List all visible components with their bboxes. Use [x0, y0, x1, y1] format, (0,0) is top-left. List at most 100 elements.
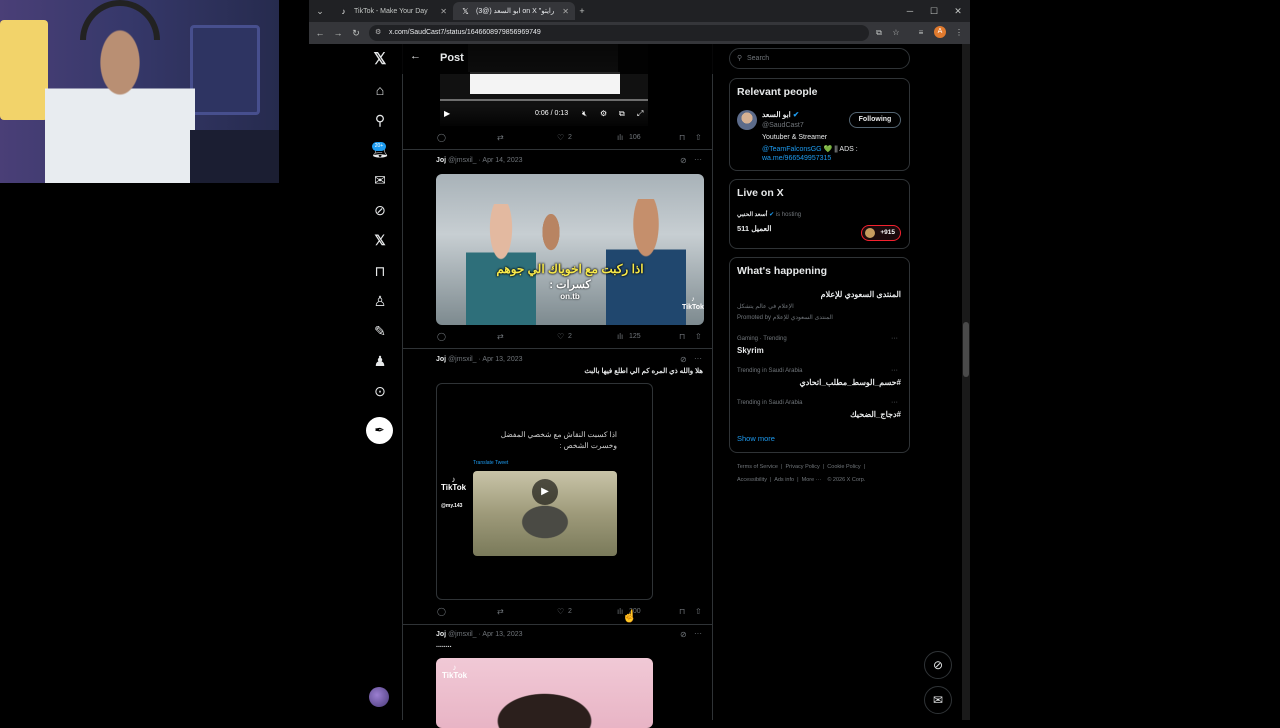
- reload-icon[interactable]: ↻: [349, 26, 363, 40]
- relevant-person-avatar[interactable]: [737, 110, 757, 130]
- forward-icon[interactable]: →: [331, 26, 345, 40]
- relevant-person-handle[interactable]: @SaudCast7: [762, 122, 804, 129]
- bookmark-icon[interactable]: ⊓: [679, 133, 685, 142]
- close-icon[interactable]: ✕: [562, 7, 569, 16]
- more-circle-icon[interactable]: ⊙: [369, 380, 391, 402]
- install-app-icon[interactable]: ⧉: [872, 26, 886, 40]
- share-icon[interactable]: ⇧: [695, 332, 702, 341]
- minimize-icon[interactable]: ─: [899, 2, 921, 20]
- settings-gear-icon[interactable]: ⚙: [600, 109, 607, 118]
- trend-more-icon[interactable]: ···: [891, 367, 898, 374]
- trend-more-icon[interactable]: ···: [891, 399, 898, 406]
- home-icon[interactable]: ⌂: [369, 79, 391, 101]
- more-options-icon[interactable]: ···: [694, 629, 702, 638]
- share-icon[interactable]: ⇧: [695, 607, 702, 616]
- trend-name[interactable]: #حسم_الوسط_مطلب_اتحادي: [737, 378, 901, 387]
- privacy-link[interactable]: Privacy Policy: [786, 464, 820, 470]
- tab-search-icon[interactable]: ⌄: [313, 4, 327, 18]
- views-icon[interactable]: ılı: [617, 133, 623, 142]
- messages-mail-icon[interactable]: ✉: [369, 169, 391, 191]
- grok-icon[interactable]: ⊘: [680, 156, 687, 165]
- grok-icon[interactable]: ⊘: [369, 199, 391, 221]
- bookmark-icon[interactable]: ⊓: [679, 332, 685, 341]
- like-icon[interactable]: ♡: [557, 332, 564, 341]
- new-tab-icon[interactable]: +: [575, 4, 589, 18]
- terms-link[interactable]: Terms of Service: [737, 464, 778, 470]
- author-name[interactable]: Joj: [436, 356, 446, 363]
- more-options-icon[interactable]: ···: [694, 354, 702, 363]
- explore-search-icon[interactable]: ⚲: [369, 109, 391, 131]
- scrollbar-thumb[interactable]: [963, 322, 969, 377]
- share-icon[interactable]: ⇧: [695, 133, 702, 142]
- trend-name[interactable]: #دجاج_الضحيك: [737, 410, 901, 419]
- retweet-icon[interactable]: ⇄: [497, 133, 504, 142]
- search-input[interactable]: ⚲ Search: [729, 48, 910, 69]
- promoted-trend-title[interactable]: المنتدى السعودي للإعلام: [737, 290, 901, 299]
- tweet-video-thumbnail[interactable]: اذا ركبت مع اخوياك الي جوهم كسرات : on.t…: [436, 174, 704, 325]
- tab-x-post[interactable]: 𝕏 ابو السعد (@3) on X "رايتو ✕: [453, 2, 575, 20]
- like-icon[interactable]: ♡: [557, 133, 564, 142]
- maximize-icon[interactable]: ☐: [923, 2, 945, 20]
- play-icon[interactable]: ▶: [532, 479, 558, 505]
- reply-icon[interactable]: ◯: [437, 332, 446, 341]
- back-icon[interactable]: ←: [313, 26, 327, 40]
- trend-name[interactable]: Skyrim: [737, 346, 764, 355]
- compose-post-button[interactable]: ✒: [366, 417, 393, 444]
- account-avatar[interactable]: [369, 687, 389, 707]
- more-link[interactable]: More ···: [802, 477, 822, 483]
- volume-mute-icon[interactable]: 🔇︎: [582, 109, 587, 119]
- like-icon[interactable]: ♡: [557, 607, 564, 616]
- menu-kebab-icon[interactable]: ⋮: [952, 26, 966, 40]
- author-handle[interactable]: @jmsxil_: [448, 631, 477, 638]
- bookmark-icon[interactable]: ⊓: [679, 607, 685, 616]
- author-handle[interactable]: @jmsxil_: [448, 356, 477, 363]
- jobs-icon[interactable]: ♙: [369, 290, 391, 312]
- x-logo-icon[interactable]: 𝕏: [369, 49, 391, 71]
- extensions-icon[interactable]: ≡: [914, 26, 928, 40]
- play-icon[interactable]: ▶: [444, 109, 450, 118]
- trend-more-icon[interactable]: ···: [891, 335, 898, 342]
- ads-info-link[interactable]: Ads info: [774, 477, 794, 483]
- grok-float-icon[interactable]: ⊘: [924, 651, 952, 679]
- reply-icon[interactable]: ◯: [437, 133, 446, 142]
- back-arrow-icon[interactable]: ←: [410, 50, 421, 62]
- tweet-date[interactable]: · Apr 13, 2023: [479, 356, 523, 363]
- premium-x-icon[interactable]: 𝕏: [369, 229, 391, 251]
- close-icon[interactable]: ✕: [440, 7, 447, 16]
- bookmark-star-icon[interactable]: ☆: [889, 26, 903, 40]
- author-handle[interactable]: @jmsxil_: [448, 157, 477, 164]
- author-name[interactable]: Joj: [436, 157, 446, 164]
- live-listener-count[interactable]: +915: [861, 225, 901, 241]
- window-close-icon[interactable]: ✕: [947, 2, 969, 20]
- author-name[interactable]: Joj: [436, 631, 446, 638]
- reply-icon[interactable]: ◯: [437, 607, 446, 616]
- live-stream-title[interactable]: العميل 511: [737, 224, 771, 233]
- tweet-video-thumbnail[interactable]: ♪ TikTok: [436, 658, 653, 728]
- fullscreen-icon[interactable]: ⤢: [637, 109, 643, 119]
- tab-tiktok[interactable]: ♪ TikTok - Make Your Day ✕: [331, 2, 453, 20]
- accessibility-link[interactable]: Accessibility: [737, 477, 767, 483]
- tweet-date[interactable]: · Apr 14, 2023: [479, 157, 523, 164]
- site-info-icon[interactable]: ⚙: [375, 25, 381, 41]
- address-bar[interactable]: ⚙ x.com/SaudCast7/status/164660897985696…: [369, 25, 869, 41]
- profile-avatar[interactable]: A: [934, 26, 946, 38]
- bio-link-team[interactable]: @TeamFalconsGG: [762, 146, 822, 153]
- articles-icon[interactable]: ✎: [369, 320, 391, 342]
- video-progress-bar[interactable]: [440, 99, 648, 101]
- show-more-link[interactable]: Show more: [737, 434, 775, 443]
- bio-link-whatsapp[interactable]: wa.me/966549957315: [762, 155, 831, 162]
- cookie-link[interactable]: Cookie Policy: [827, 464, 860, 470]
- grok-icon[interactable]: ⊘: [680, 355, 687, 364]
- relevant-person-name[interactable]: ابو السعد ✔: [762, 110, 799, 119]
- messages-float-icon[interactable]: ✉: [924, 686, 952, 714]
- translate-tweet-link[interactable]: Translate Tweet: [473, 460, 508, 466]
- picture-in-picture-icon[interactable]: ⧉: [619, 109, 625, 119]
- bookmarks-icon[interactable]: ⊓: [369, 260, 391, 282]
- grok-icon[interactable]: ⊘: [680, 630, 687, 639]
- following-button[interactable]: Following: [849, 112, 901, 128]
- tweet-video-card[interactable]: اذا كسبت النقاش مع شخصي المفضل وخسرت الش…: [436, 383, 653, 600]
- profile-person-icon[interactable]: ♟: [369, 350, 391, 372]
- live-host[interactable]: أسعد الحنبي ✔ is hosting: [737, 211, 801, 218]
- retweet-icon[interactable]: ⇄: [497, 607, 504, 616]
- scrollbar[interactable]: [962, 44, 970, 720]
